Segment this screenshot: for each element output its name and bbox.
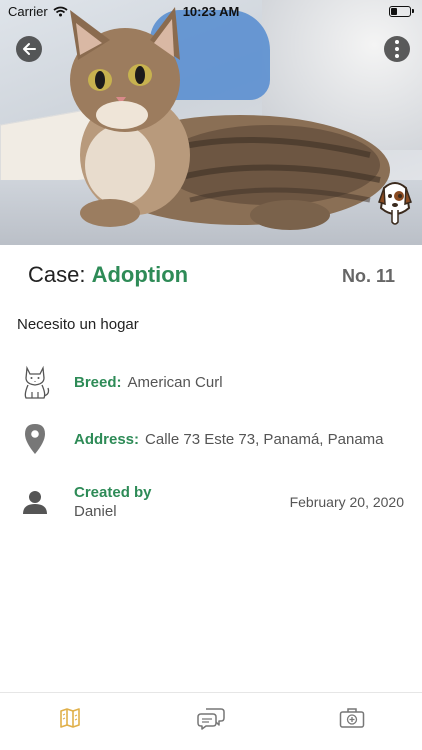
vet-kit-icon	[339, 707, 364, 728]
battery-icon	[389, 5, 414, 17]
address-value: Calle 73 Este 73, Panamá, Panama	[145, 430, 384, 448]
person-icon	[23, 491, 47, 514]
case-number: No. 11	[341, 266, 395, 286]
tab-map[interactable]	[40, 698, 100, 738]
status-bar: Carrier 10:23 AM	[0, 0, 422, 22]
more-options-button[interactable]	[384, 36, 410, 62]
wifi-icon	[53, 6, 68, 16]
map-icon	[60, 707, 81, 728]
vertical-dots-icon	[395, 39, 399, 60]
carrier-label: Carrier	[8, 3, 48, 19]
case-prefix: Case:	[28, 262, 92, 287]
breed-label: Breed:	[74, 373, 122, 391]
tab-chat[interactable]	[181, 698, 241, 738]
pet-photo	[0, 0, 422, 245]
cat-illustration	[70, 7, 390, 230]
dog-face-icon	[378, 182, 412, 225]
case-header: Case: Adoption No. 11	[28, 262, 395, 288]
arrow-left-icon	[23, 43, 36, 55]
breed-row: Breed: American Curl	[17, 364, 404, 400]
tab-bar	[0, 692, 422, 750]
back-button[interactable]	[16, 36, 42, 62]
location-pin-icon	[25, 424, 45, 454]
case-title: Case: Adoption	[28, 262, 188, 288]
created-by-row: Created by Daniel February 20, 2020	[17, 484, 404, 520]
created-by-value: Daniel	[74, 503, 117, 520]
created-by-label: Created by	[74, 484, 152, 501]
address-row: Address: Calle 73 Este 73, Panamá, Panam…	[17, 421, 404, 457]
breed-value: American Curl	[127, 373, 223, 391]
case-type: Adoption	[91, 262, 189, 287]
tab-vet[interactable]	[322, 698, 382, 738]
cat-icon	[24, 365, 50, 399]
case-description: Necesito un hogar	[17, 316, 139, 333]
created-date: February 20, 2020	[289, 494, 404, 510]
chat-bubbles-icon	[197, 707, 225, 730]
address-label: Address:	[74, 430, 140, 448]
